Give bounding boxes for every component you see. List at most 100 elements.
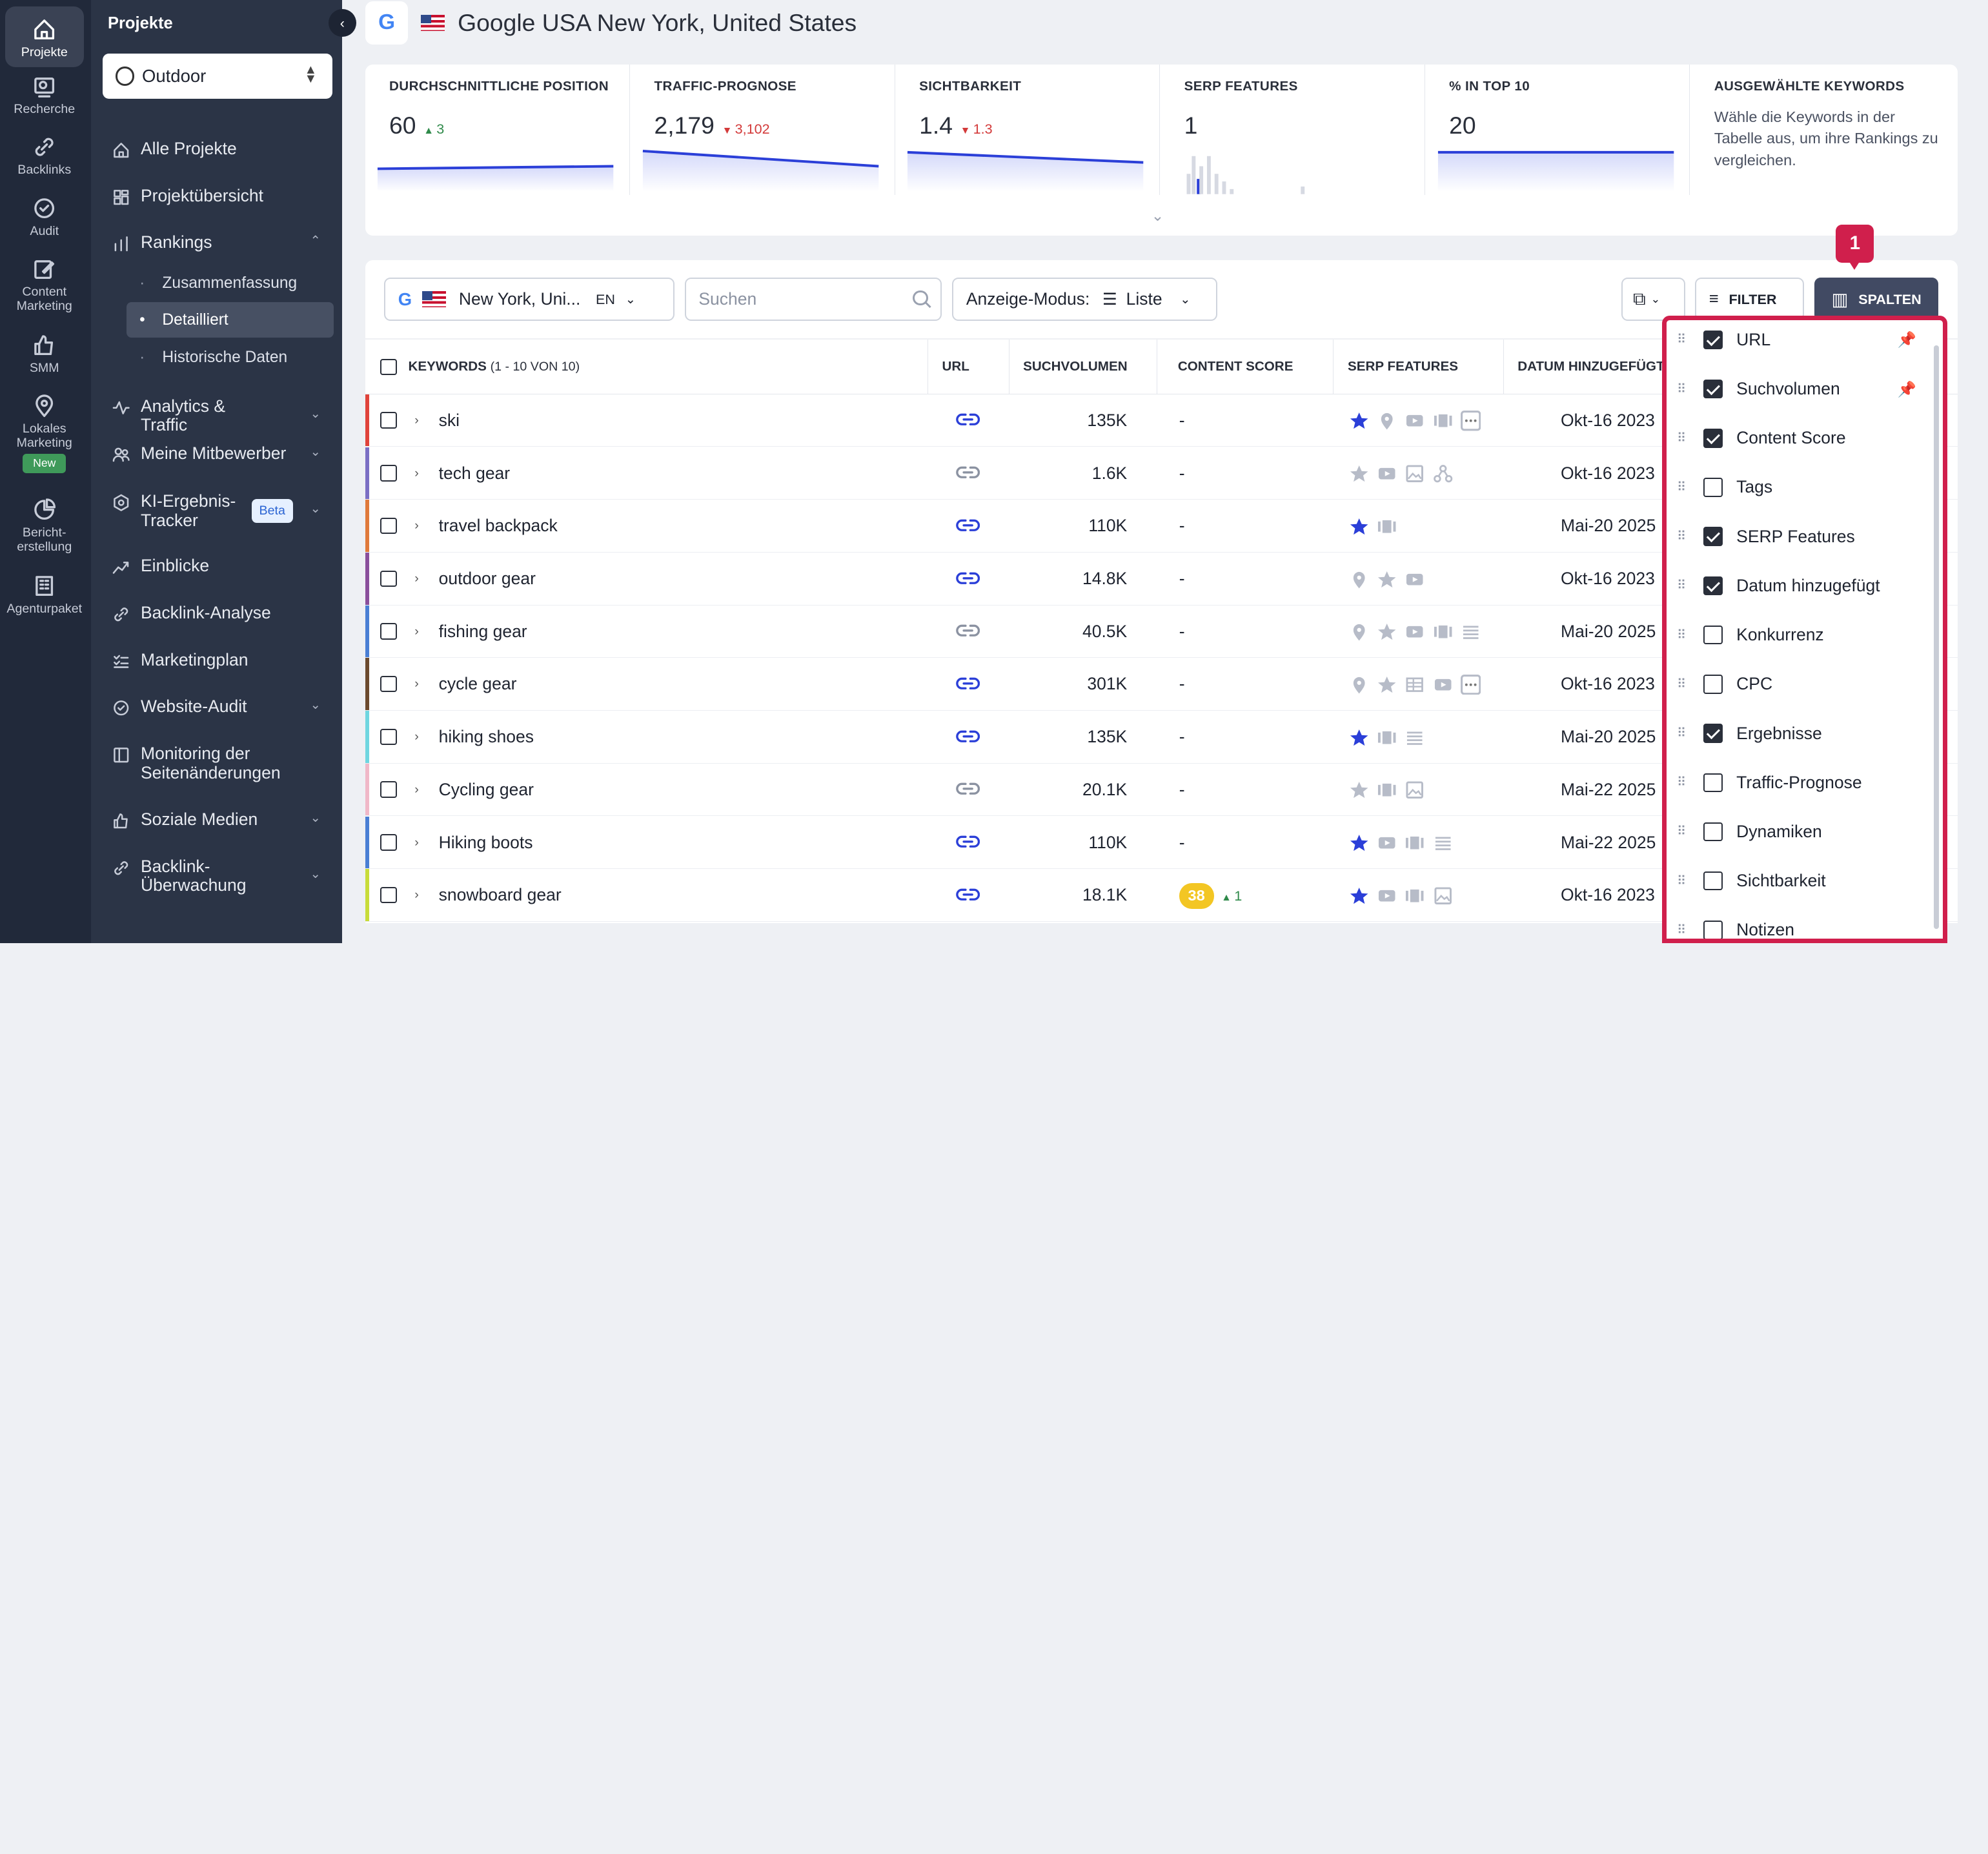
url-link-icon[interactable] [956, 887, 980, 905]
column-option-tags[interactable]: ⠿ Tags [1667, 463, 1942, 512]
select-all-checkbox[interactable] [380, 358, 397, 376]
column-checkbox[interactable] [1703, 675, 1723, 694]
row-checkbox[interactable] [380, 675, 397, 693]
sidebar-item-alle-projekte[interactable]: Alle Projekte [112, 139, 334, 159]
pin-icon[interactable]: 📌 [1898, 380, 1916, 398]
metric-card--in-top-10[interactable]: % IN TOP 10 20 [1425, 65, 1690, 196]
drag-handle-icon[interactable]: ⠿ [1677, 873, 1687, 889]
drag-handle-icon[interactable]: ⠿ [1677, 775, 1687, 790]
column-checkbox[interactable] [1703, 871, 1723, 891]
sidebar-item-analytics-traffic[interactable]: Analytics & Traffic ⌄ [112, 396, 334, 435]
row-checkbox[interactable] [380, 623, 397, 640]
rail-item-content-marketing[interactable]: Content Marketing [5, 256, 84, 313]
url-link-icon[interactable] [956, 781, 980, 799]
rail-item-backlinks[interactable]: Backlinks [5, 134, 84, 178]
sidebar-item-marketingplan[interactable]: Marketingplan [112, 650, 334, 671]
url-link-icon[interactable] [956, 465, 980, 483]
column-checkbox[interactable] [1703, 379, 1723, 399]
sidebar-subitem-zusammenfassung[interactable]: Zusammenfassung [127, 265, 333, 301]
chevron-down-icon[interactable]: ⌄ [1151, 207, 1164, 225]
location-selector[interactable]: G New York, Uni... EN ⌄ [384, 278, 674, 321]
header-content-score[interactable]: CONTENT SCORE [1157, 340, 1334, 394]
row-checkbox[interactable] [380, 886, 397, 904]
sidebar-item-soziale-medien[interactable]: Soziale Medien ⌄ [112, 810, 334, 830]
collapse-sidebar-button[interactable]: ‹ [328, 8, 356, 37]
header-volume[interactable]: SUCHVOLUMEN [1009, 340, 1158, 394]
chevron-right-icon[interactable]: › [414, 764, 419, 817]
column-option-konkurrenz[interactable]: ⠿ Konkurrenz [1667, 611, 1942, 660]
column-checkbox[interactable] [1703, 724, 1723, 743]
keyword-cell[interactable]: fishing gear [439, 606, 527, 658]
row-checkbox[interactable] [380, 728, 397, 746]
sidebar-item-website-audit[interactable]: Website-Audit ⌄ [112, 697, 334, 717]
sidebar-subitem-historische-daten[interactable]: Historische Daten [127, 340, 333, 375]
row-checkbox[interactable] [380, 834, 397, 851]
url-link-icon[interactable] [956, 834, 980, 852]
sidebar-item-backlink-analyse[interactable]: Backlink-Analyse [112, 603, 334, 624]
url-link-icon[interactable] [956, 412, 980, 430]
sidebar-item-einblicke[interactable]: Einblicke [112, 556, 334, 576]
drag-handle-icon[interactable]: ⠿ [1677, 578, 1687, 593]
sidebar-item-rankings[interactable]: Rankings ⌃ [112, 233, 334, 253]
column-option-ergebnisse[interactable]: ⠿ Ergebnisse [1667, 709, 1942, 758]
copy-menu-button[interactable]: ⧉ ⌄ [1621, 278, 1685, 321]
url-link-icon[interactable] [956, 571, 980, 589]
row-checkbox[interactable] [380, 412, 397, 429]
url-link-icon[interactable] [956, 518, 980, 536]
sidebar-item-meine-mitbewerber[interactable]: Meine Mitbewerber ⌄ [112, 443, 334, 464]
filter-button[interactable]: ≡ FILTER [1695, 278, 1805, 321]
url-link-icon[interactable] [956, 729, 980, 747]
keyword-cell[interactable]: ski [439, 394, 460, 447]
column-checkbox[interactable] [1703, 429, 1723, 448]
header-keywords[interactable]: KEYWORDS (1 - 10 VON 10) [365, 340, 928, 394]
drag-handle-icon[interactable]: ⠿ [1677, 677, 1687, 692]
column-checkbox[interactable] [1703, 576, 1723, 596]
keyword-cell[interactable]: cycle gear [439, 658, 517, 711]
drag-handle-icon[interactable]: ⠿ [1677, 529, 1687, 544]
column-checkbox[interactable] [1703, 822, 1723, 842]
keyword-cell[interactable]: outdoor gear [439, 553, 536, 606]
row-checkbox[interactable] [380, 781, 397, 798]
rail-item-projekte[interactable]: Projekte [5, 6, 84, 68]
column-checkbox[interactable] [1703, 527, 1723, 546]
chevron-right-icon[interactable]: › [414, 447, 419, 500]
drag-handle-icon[interactable]: ⠿ [1677, 922, 1687, 938]
chevron-right-icon[interactable]: › [414, 658, 419, 711]
header-serp-features[interactable]: SERP FEATURES [1334, 340, 1504, 394]
column-option-content-score[interactable]: ⠿ Content Score [1667, 414, 1942, 463]
metric-card-ausgewählte-keywords[interactable]: AUSGEWÄHLTE KEYWORDS Wähle die Keywords i… [1690, 65, 1957, 195]
column-option-sichtbarkeit[interactable]: ⠿ Sichtbarkeit [1667, 857, 1942, 906]
metric-card-traffic-prognose[interactable]: TRAFFIC-PROGNOSE 2,179 ▼ 3,102 [630, 65, 895, 196]
column-option-traffic-prognose[interactable]: ⠿ Traffic-Prognose [1667, 758, 1942, 807]
sidebar-subitem-detailliert[interactable]: Detailliert [127, 301, 334, 338]
keyword-cell[interactable]: travel backpack [439, 500, 558, 553]
url-link-icon[interactable] [956, 676, 980, 694]
chevron-right-icon[interactable]: › [414, 817, 419, 870]
drag-handle-icon[interactable]: ⠿ [1677, 431, 1687, 446]
sidebar-item-backlink-überwachung[interactable]: Backlink-Überwachung ⌄ [112, 857, 334, 895]
metric-card-sichtbarkeit[interactable]: SICHTBARKEIT 1.4 ▼ 1.3 [895, 65, 1161, 196]
rail-item-bericht-erstellung[interactable]: Bericht-erstellung [5, 497, 84, 554]
header-url[interactable]: URL [928, 340, 1009, 394]
column-option-dynamiken[interactable]: ⠿ Dynamiken [1667, 807, 1942, 856]
drag-handle-icon[interactable]: ⠿ [1677, 332, 1687, 347]
drag-handle-icon[interactable]: ⠿ [1677, 627, 1687, 643]
column-checkbox[interactable] [1703, 625, 1723, 645]
rail-item-agenturpaket[interactable]: Agenturpaket [5, 573, 84, 616]
row-checkbox[interactable] [380, 570, 397, 587]
url-link-icon[interactable] [956, 623, 980, 641]
metric-card-serp-features[interactable]: SERP FEATURES 1 [1160, 65, 1425, 196]
chevron-right-icon[interactable]: › [414, 711, 419, 764]
chevron-right-icon[interactable]: › [414, 869, 419, 922]
column-option-suchvolumen[interactable]: ⠿ Suchvolumen 📌 [1667, 364, 1942, 413]
keyword-cell[interactable]: Hiking boots [439, 817, 533, 870]
keyword-cell[interactable]: tech gear [439, 447, 511, 500]
column-option-notizen[interactable]: ⠿ Notizen [1667, 906, 1942, 939]
keyword-cell[interactable]: snowboard gear [439, 869, 562, 922]
column-checkbox[interactable] [1703, 773, 1723, 792]
keyword-cell[interactable]: hiking shoes [439, 711, 534, 764]
row-checkbox[interactable] [380, 465, 397, 482]
chevron-right-icon[interactable]: › [414, 553, 419, 606]
row-checkbox[interactable] [380, 517, 397, 535]
rail-item-recherche[interactable]: Recherche [5, 74, 84, 117]
